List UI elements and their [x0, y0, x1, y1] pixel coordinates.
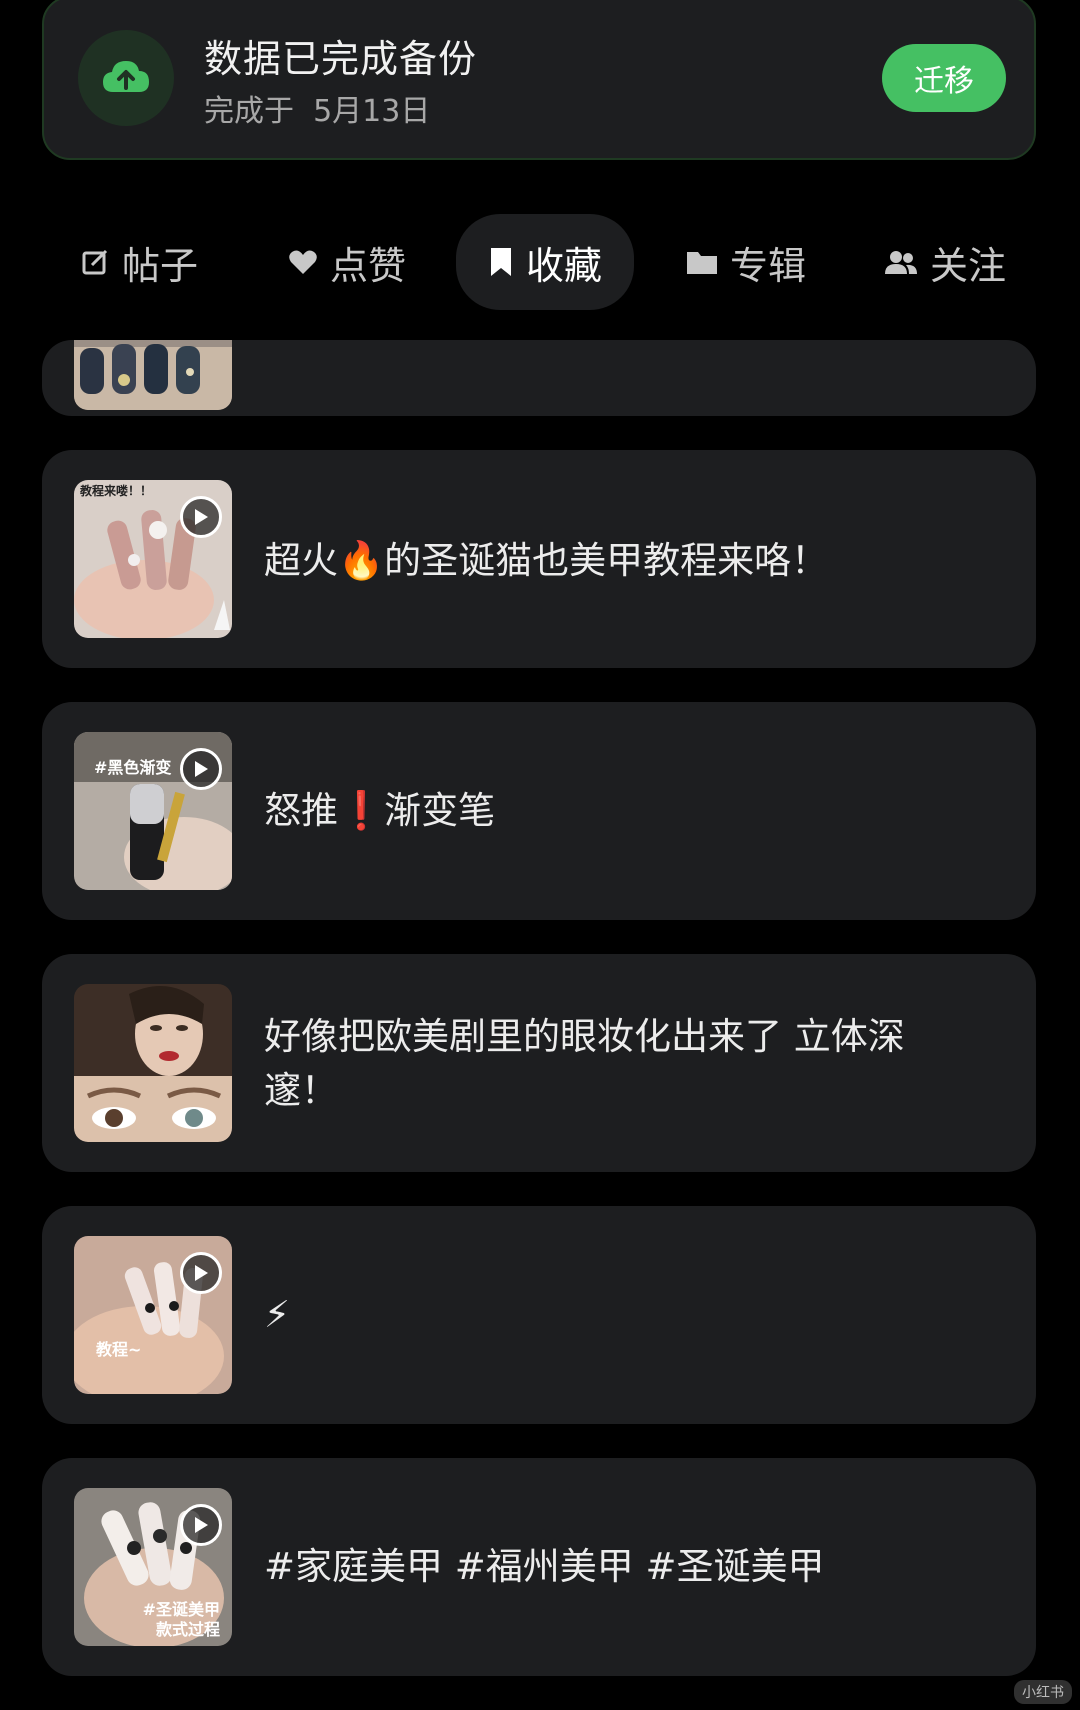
backup-completed-prefix: 完成于: [204, 94, 294, 129]
list-item[interactable]: 教程~ ⚡: [42, 1206, 1036, 1424]
backup-completed-date: 5月13日: [313, 94, 431, 129]
cloud-upload-icon: [78, 30, 174, 126]
post-thumbnail: [74, 984, 232, 1142]
tab-albums-label: 专辑: [730, 243, 807, 288]
play-icon: [180, 748, 222, 790]
tab-favorites-label: 收藏: [526, 243, 603, 288]
edit-icon: [82, 249, 108, 275]
list-item[interactable]: 好像把欧美剧里的眼妆化出来了 立体深邃！: [42, 954, 1036, 1172]
play-icon: [180, 1252, 222, 1294]
backup-completed-time: 完成于 5月13日: [204, 86, 430, 130]
migrate-button[interactable]: 迁移: [882, 44, 1006, 112]
bookmark-icon: [491, 248, 511, 276]
post-thumbnail: #黑色渐变: [74, 732, 232, 890]
heart-icon: [289, 250, 317, 274]
thumbnail-caption: #黑色渐变: [94, 758, 172, 777]
profile-tabs: 帖子 点赞 收藏 专辑 关注: [0, 214, 1080, 310]
play-icon: [180, 496, 222, 538]
tab-following[interactable]: 关注: [884, 214, 1006, 310]
tab-following-label: 关注: [930, 243, 1007, 288]
tab-likes[interactable]: 点赞: [288, 214, 406, 310]
tab-likes-label: 点赞: [330, 243, 407, 288]
thumbnail-caption: #圣诞美甲 款式过程: [142, 1600, 220, 1639]
post-thumbnail: 教程~: [74, 1236, 232, 1394]
tab-favorites[interactable]: 收藏: [456, 214, 635, 310]
list-item[interactable]: 教程来喽！！ 超火🔥的圣诞猫也美甲教程来咯！: [42, 450, 1036, 668]
tab-posts[interactable]: 帖子: [80, 214, 198, 310]
thumbnail-caption: 教程~: [96, 1340, 142, 1359]
backup-banner: 数据已完成备份 完成于 5月13日 迁移: [42, 0, 1036, 160]
backup-title: 数据已完成备份: [204, 37, 478, 81]
folder-icon: [687, 252, 717, 274]
list-item[interactable]: #圣诞美甲 款式过程 #家庭美甲 #福州美甲 #圣诞美甲: [42, 1458, 1036, 1676]
thumbnail-caption: 教程来喽！！: [80, 484, 153, 498]
post-thumbnail: 教程来喽！！: [74, 480, 232, 638]
post-thumbnail: [74, 340, 232, 410]
people-icon: [885, 251, 917, 274]
post-title: 怒推❗渐变笔: [264, 789, 496, 832]
watermark: 小红书: [1014, 1680, 1072, 1704]
post-title: ⚡: [264, 1293, 290, 1336]
tab-posts-label: 帖子: [122, 243, 199, 288]
list-item[interactable]: #黑色渐变 怒推❗渐变笔: [42, 702, 1036, 920]
post-thumbnail: #圣诞美甲 款式过程: [74, 1488, 232, 1646]
post-title: 超火🔥的圣诞猫也美甲教程来咯！: [264, 539, 829, 582]
post-title: 好像把欧美剧里的眼妆化出来了 立体深邃！: [264, 1015, 905, 1112]
post-title: #家庭美甲 #福州美甲 #圣诞美甲: [264, 1545, 825, 1588]
tab-albums[interactable]: 专辑: [686, 214, 806, 310]
play-icon: [180, 1504, 222, 1546]
list-item[interactable]: [42, 340, 1036, 416]
